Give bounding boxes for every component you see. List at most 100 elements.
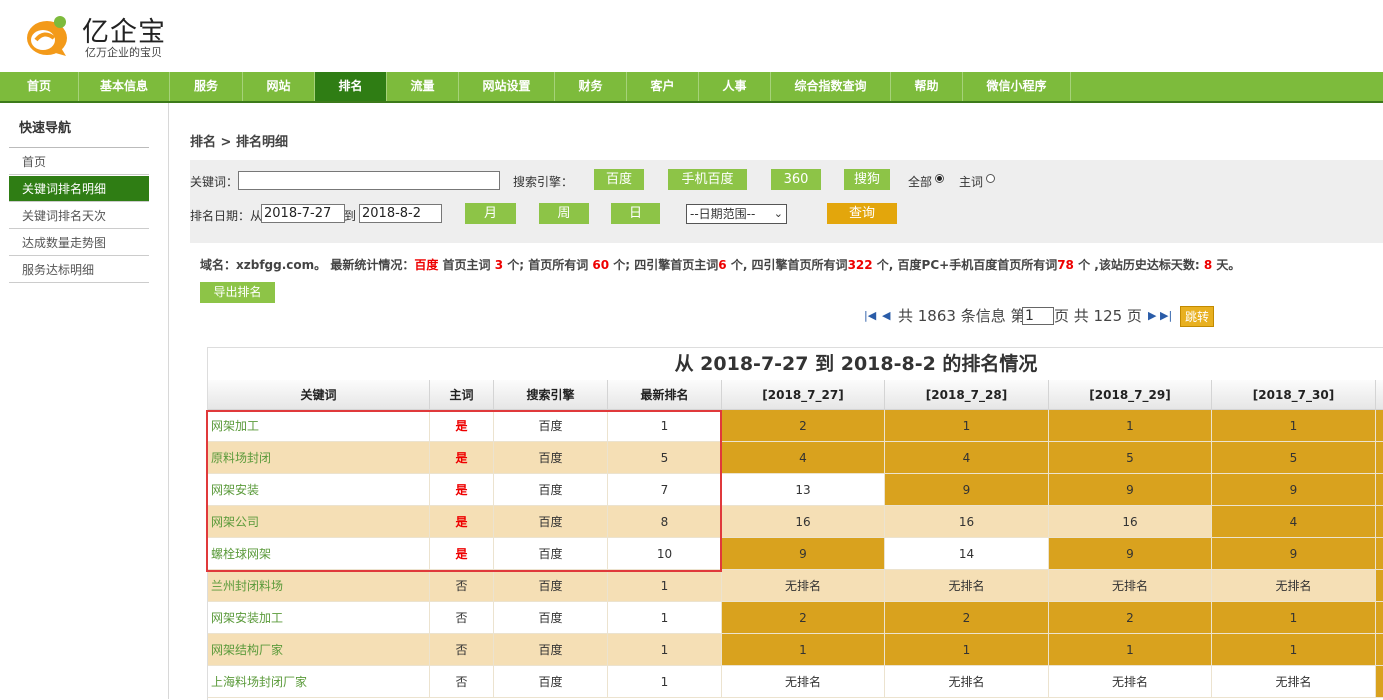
stats-summary: 域名：xzbfgg.com。 最新统计情况：百度 首页主词 3 个; 首页所有词…	[200, 256, 1240, 273]
sidebar-divider	[9, 147, 149, 148]
engine-cell: 百度	[494, 666, 608, 698]
day-rank-cell: 4	[722, 442, 885, 474]
day-rank-cell: 2	[722, 410, 885, 442]
nav-help[interactable]: 帮助	[891, 72, 963, 101]
nav-traffic[interactable]: 流量	[387, 72, 459, 101]
nav-basic-info[interactable]: 基本信息	[79, 72, 170, 101]
keyword-cell[interactable]: 螺栓球网架	[208, 538, 430, 570]
sidebar-title: 快速导航	[19, 121, 72, 136]
keyword-cell[interactable]: 原料场封闭	[208, 442, 430, 474]
day-rank-cell: 9	[1212, 538, 1376, 570]
prev-page-icon[interactable]: ◀	[882, 309, 890, 322]
nav-finance[interactable]: 财务	[555, 72, 627, 101]
nav-website[interactable]: 网站	[243, 72, 315, 101]
day-rank-cell: 无排名	[885, 666, 1049, 698]
latest-rank-cell: 1	[608, 570, 722, 602]
nav-customers[interactable]: 客户	[627, 72, 699, 101]
ranking-table: 从 2018-7-27 到 2018-8-2 的排名情况 关键词 主词 搜索引擎…	[207, 347, 1383, 700]
sidebar: 快速导航 首页 关键词排名明细 关键词排名天次 达成数量走势图 服务达标明细	[0, 103, 169, 699]
day-rank-cell: 5	[1212, 442, 1376, 474]
latest-rank-cell: 8	[608, 506, 722, 538]
sidebar-item-keyword-ranking-detail[interactable]: 关键词排名明细	[9, 176, 149, 202]
table-row: 螺栓球网架是百度 10 9 14 9 9	[208, 538, 1383, 570]
period-week-button[interactable]: 周	[539, 203, 589, 224]
nav-site-settings[interactable]: 网站设置	[459, 72, 555, 101]
sidebar-item-trend-chart[interactable]: 达成数量走势图	[9, 230, 149, 256]
next-page-icon[interactable]: ▶	[1148, 309, 1156, 322]
day-rank-cell-partial	[1376, 474, 1383, 506]
stats-value: 60	[592, 258, 610, 272]
nav-home[interactable]: 首页	[0, 72, 79, 101]
day-rank-cell: 1	[722, 634, 885, 666]
query-button[interactable]: 查询	[827, 203, 897, 224]
header-keyword: 关键词	[208, 380, 430, 410]
main-nav: 首页 基本信息 服务 网站 排名 流量 网站设置 财务 客户 人事 综合指数查询…	[0, 72, 1383, 103]
engine-mobile-baidu-button[interactable]: 手机百度	[668, 169, 747, 190]
export-ranking-button[interactable]: 导出排名	[200, 282, 275, 303]
latest-rank-cell: 1	[608, 602, 722, 634]
jump-button[interactable]: 跳转	[1180, 306, 1214, 327]
day-rank-cell: 1	[1049, 410, 1212, 442]
date-range-select-value: --日期范围--	[690, 207, 756, 221]
engine-cell: 百度	[494, 442, 608, 474]
sidebar-item-service-standard[interactable]: 服务达标明细	[9, 257, 149, 283]
stats-text: 个, 百度PC+手机百度首页所有词	[872, 258, 1058, 272]
date-to-input[interactable]: 2018-8-2	[359, 204, 442, 223]
day-rank-cell-partial	[1376, 666, 1383, 698]
day-rank-cell: 16	[885, 506, 1049, 538]
radio-all-label: 全部	[908, 175, 933, 189]
keyword-cell[interactable]: 网架加工	[208, 410, 430, 442]
day-rank-cell: 无排名	[1049, 570, 1212, 602]
latest-rank-cell: 7	[608, 474, 722, 506]
engine-360-button[interactable]: 360	[771, 169, 821, 190]
nav-hr[interactable]: 人事	[699, 72, 771, 101]
keyword-cell[interactable]: 兰州封闭料场	[208, 570, 430, 602]
stats-text: 个 ,该站历史达标天数:	[1073, 258, 1204, 272]
keyword-cell[interactable]: 上海料场封闭厂家	[208, 666, 430, 698]
engine-cell: 百度	[494, 570, 608, 602]
day-rank-cell: 16	[1049, 506, 1212, 538]
day-rank-cell-partial	[1376, 442, 1383, 474]
nav-mini-program[interactable]: 微信小程序	[963, 72, 1071, 101]
day-rank-cell: 9	[1212, 474, 1376, 506]
header-day-2: [2018_7_28]	[885, 380, 1049, 410]
day-rank-cell: 9	[1049, 538, 1212, 570]
page-number-input[interactable]: 1	[1022, 307, 1054, 325]
nav-ranking[interactable]: 排名	[315, 72, 387, 101]
date-range-select[interactable]: --日期范围-- ⌄	[686, 204, 787, 224]
keyword-cell[interactable]: 网架公司	[208, 506, 430, 538]
keyword-cell[interactable]: 网架结构厂家	[208, 634, 430, 666]
last-page-icon[interactable]: ▶|	[1160, 309, 1172, 322]
table-row: 上海料场封闭厂家否百度 1 无排名 无排名 无排名 无排名	[208, 666, 1383, 698]
table-row: 网架结构厂家否百度 1 1 1 1 1	[208, 634, 1383, 666]
radio-all[interactable]	[935, 174, 944, 183]
header-day-1: [2018_7_27]	[722, 380, 885, 410]
day-rank-cell: 无排名	[1212, 666, 1376, 698]
day-rank-cell: 2	[1049, 602, 1212, 634]
day-rank-cell: 4	[885, 442, 1049, 474]
sidebar-item-home[interactable]: 首页	[9, 149, 149, 175]
first-page-icon[interactable]: |◀	[864, 309, 876, 322]
logo-icon	[27, 16, 67, 56]
stats-text: 个, 四引擎首页所有词	[726, 258, 848, 272]
day-rank-cell: 1	[1212, 602, 1376, 634]
keyword-cell[interactable]: 网架安装	[208, 474, 430, 506]
main-cell: 是	[430, 506, 494, 538]
nav-index-query[interactable]: 综合指数查询	[771, 72, 891, 101]
engine-sogou-button[interactable]: 搜狗	[844, 169, 890, 190]
sidebar-item-keyword-ranking-days[interactable]: 关键词排名天次	[9, 203, 149, 229]
engine-cell: 百度	[494, 538, 608, 570]
date-from-input[interactable]: 2018-7-27	[261, 204, 345, 223]
radio-main[interactable]	[986, 174, 995, 183]
nav-service[interactable]: 服务	[170, 72, 243, 101]
day-rank-cell: 1	[1212, 634, 1376, 666]
day-rank-cell: 1	[885, 410, 1049, 442]
period-day-button[interactable]: 日	[611, 203, 660, 224]
keyword-input[interactable]	[238, 171, 500, 190]
latest-rank-cell: 1	[608, 666, 722, 698]
period-month-button[interactable]: 月	[465, 203, 516, 224]
keyword-label: 关键词：	[190, 175, 239, 189]
date-to-label: 到	[344, 209, 357, 223]
engine-baidu-button[interactable]: 百度	[594, 169, 644, 190]
keyword-cell[interactable]: 网架安装加工	[208, 602, 430, 634]
